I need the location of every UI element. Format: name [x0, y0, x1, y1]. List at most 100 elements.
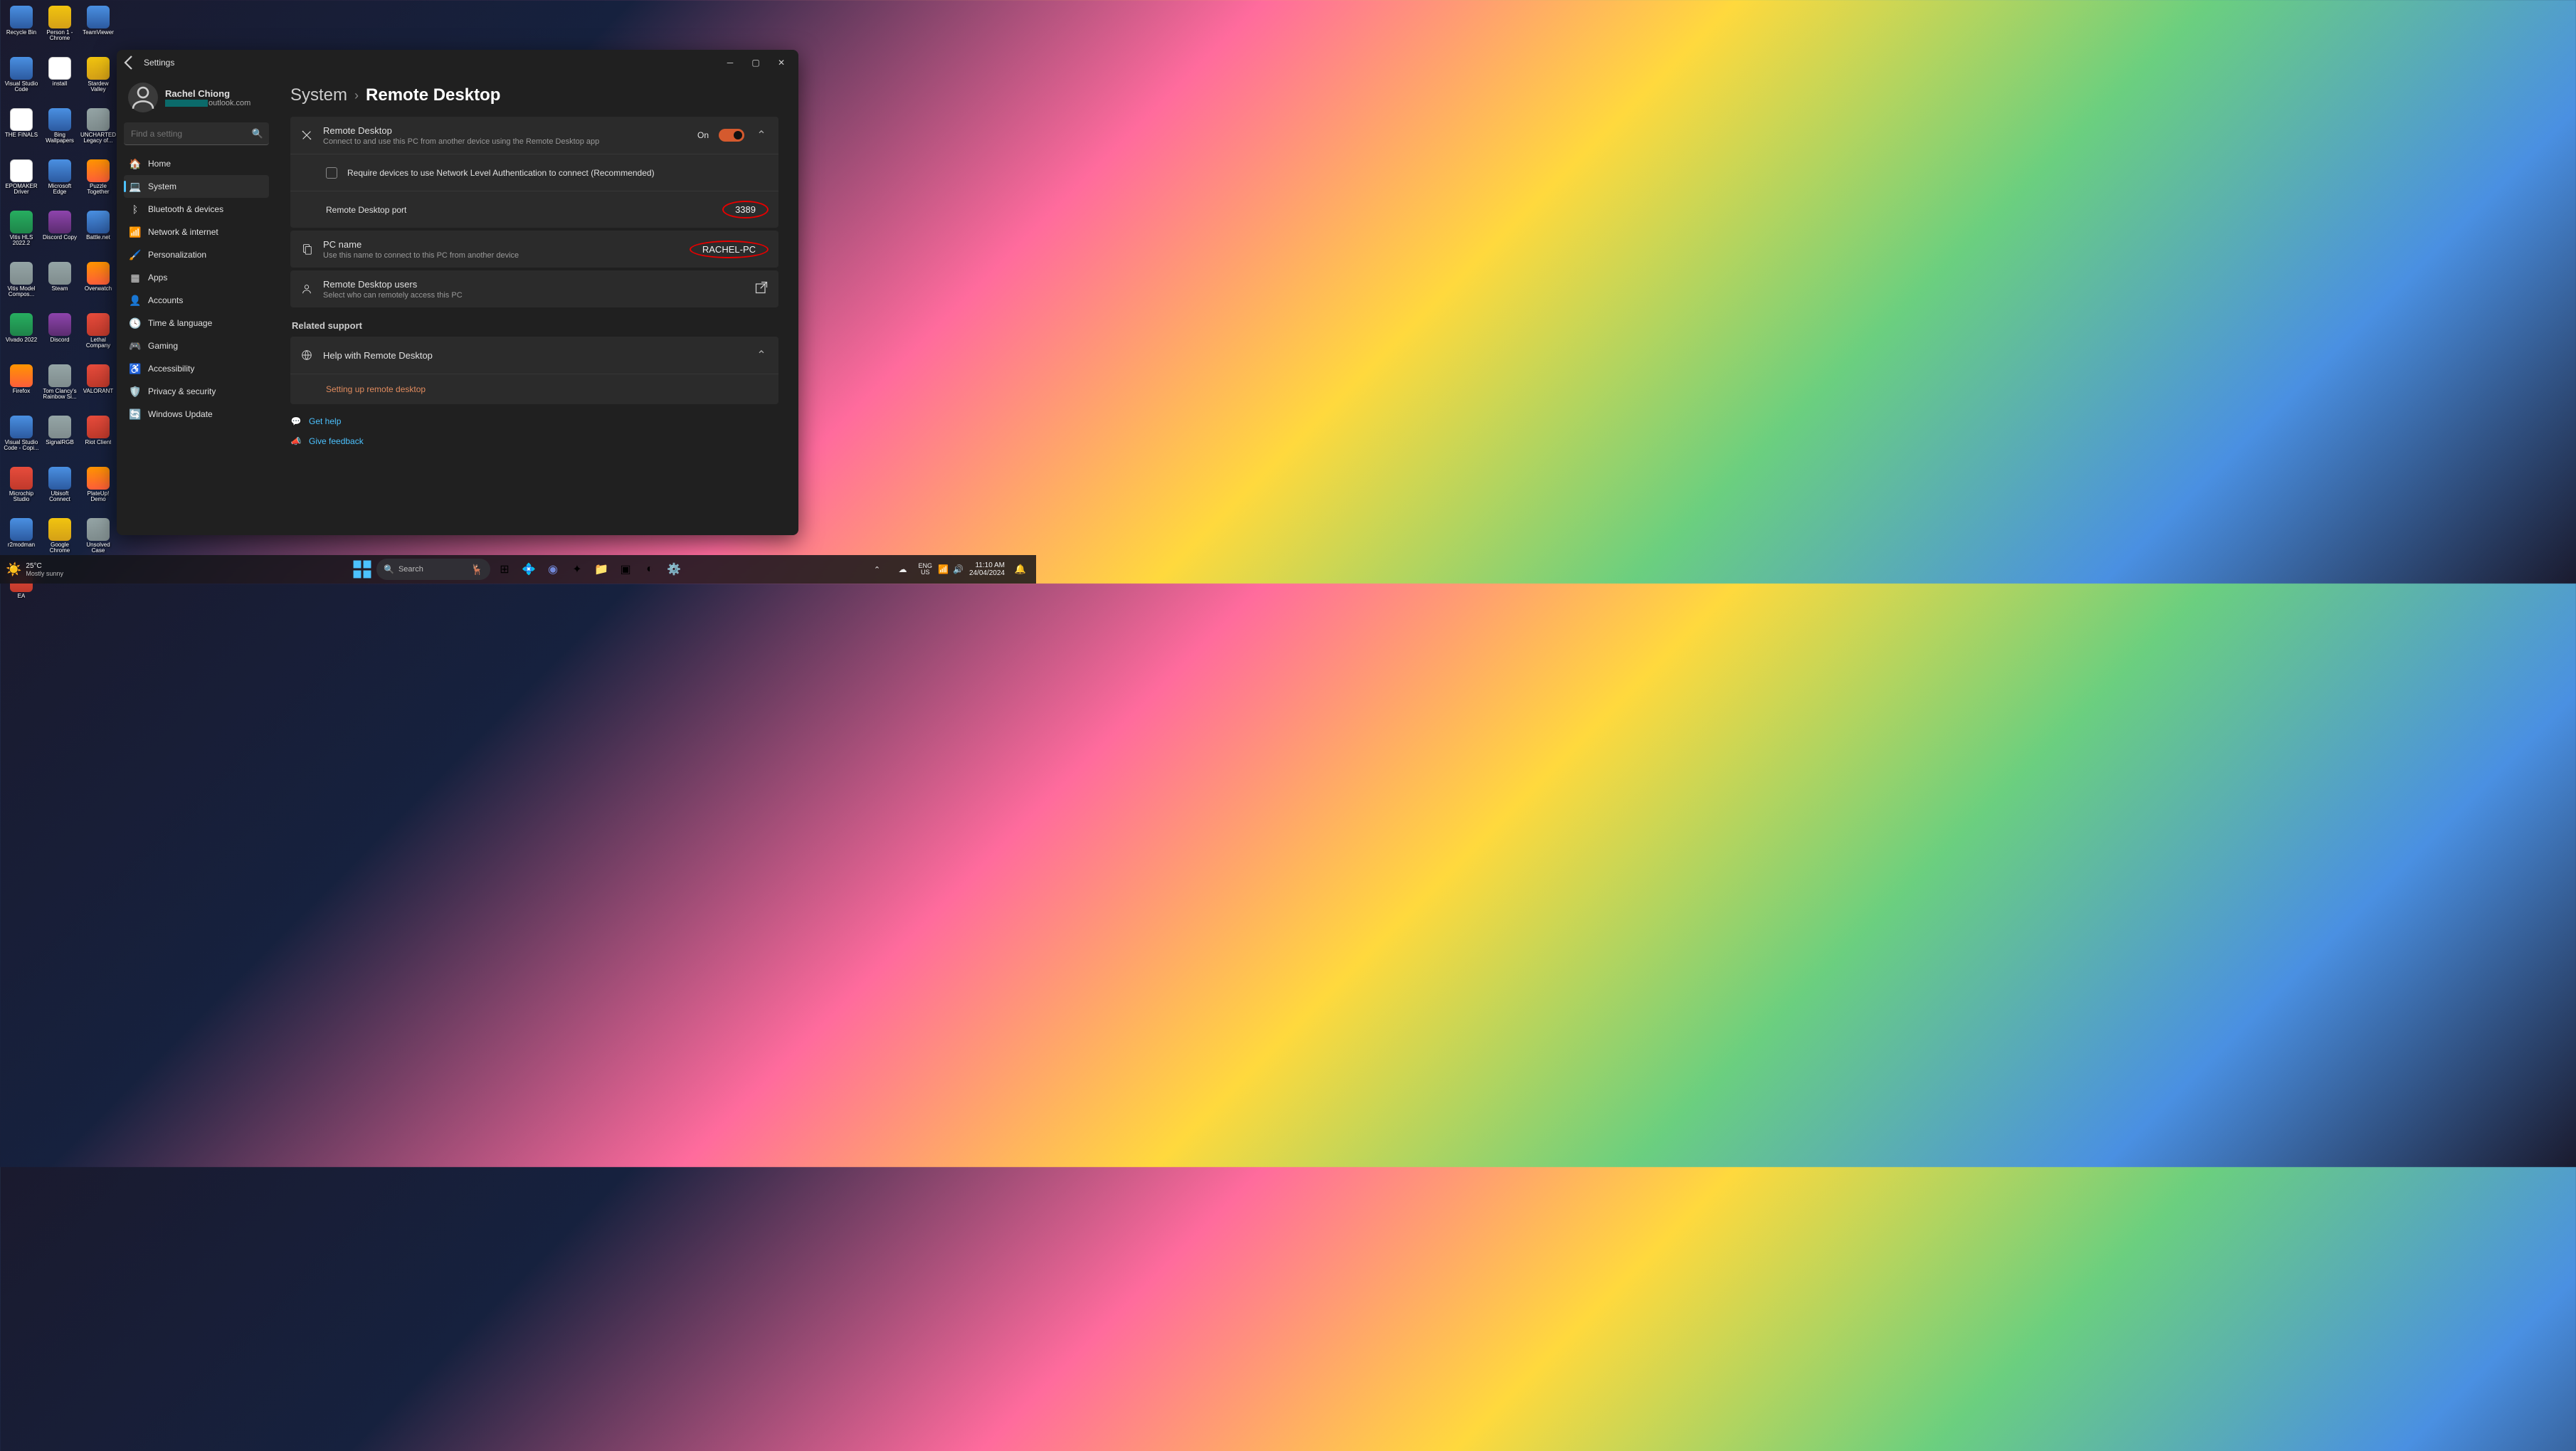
- desktop-icon[interactable]: VALORANT: [80, 364, 117, 414]
- wifi-icon[interactable]: 📶: [938, 564, 949, 574]
- taskbar-app-terminal[interactable]: ▣: [616, 559, 635, 579]
- minimize-button[interactable]: ─: [717, 53, 743, 73]
- desktop-icon[interactable]: Visual Studio Code - Copi...: [3, 416, 40, 465]
- search-box[interactable]: 🔍: [124, 122, 269, 145]
- desktop-icon[interactable]: UNCHARTED Legacy of...: [80, 108, 117, 158]
- desktop-icon[interactable]: PlateUp! Demo: [80, 467, 117, 517]
- desktop-icon[interactable]: THE FINALS: [3, 108, 40, 158]
- taskbar-app-explorer[interactable]: 📁: [591, 559, 611, 579]
- nla-checkbox[interactable]: [326, 167, 337, 179]
- sidebar-item-privacy-security[interactable]: 🛡️Privacy & security: [124, 380, 269, 403]
- app-icon: [87, 211, 110, 233]
- clock[interactable]: 11:10 AM 24/04/2024: [969, 561, 1005, 577]
- language-indicator[interactable]: ENG US: [919, 563, 933, 576]
- taskbar-app-pinned1[interactable]: ✦: [567, 559, 587, 579]
- get-help-row[interactable]: 💬 Get help: [290, 411, 778, 431]
- port-label: Remote Desktop port: [326, 205, 712, 215]
- desktop-icon[interactable]: Riot Client: [80, 416, 117, 465]
- icon-label: install: [53, 81, 67, 87]
- notifications-icon[interactable]: 🔔: [1010, 559, 1030, 579]
- desktop-icon[interactable]: Bing Wallpapers: [41, 108, 78, 158]
- desktop-icon[interactable]: Recycle Bin: [3, 6, 40, 56]
- nav-label: Apps: [148, 273, 167, 283]
- sidebar-item-apps[interactable]: ▦Apps: [124, 266, 269, 289]
- tray-overflow[interactable]: ⌃: [867, 559, 887, 579]
- nav-icon: 🕓: [130, 317, 141, 329]
- sidebar-item-home[interactable]: 🏠Home: [124, 152, 269, 175]
- rd-toggle-row[interactable]: Remote Desktop Connect to and use this P…: [290, 117, 778, 154]
- sidebar-item-windows-update[interactable]: 🔄Windows Update: [124, 403, 269, 426]
- help-row[interactable]: Help with Remote Desktop ⌃: [290, 337, 778, 374]
- sidebar-item-gaming[interactable]: 🎮Gaming: [124, 334, 269, 357]
- feedback-row[interactable]: 📣 Give feedback: [290, 431, 778, 451]
- sidebar-item-system[interactable]: 💻System: [124, 175, 269, 198]
- desktop-icon[interactable]: Vitis Model Compos...: [3, 262, 40, 312]
- desktop-icon[interactable]: TeamViewer: [80, 6, 117, 56]
- rd-users-card[interactable]: Remote Desktop users Select who can remo…: [290, 270, 778, 307]
- sidebar-item-accounts[interactable]: 👤Accounts: [124, 289, 269, 312]
- desktop-icon[interactable]: install: [41, 57, 78, 107]
- close-button[interactable]: ✕: [769, 53, 794, 73]
- weather-widget[interactable]: ☀️ 25°C Mostly sunny: [6, 562, 63, 577]
- desktop-icon[interactable]: Stardew Valley: [80, 57, 117, 107]
- back-button[interactable]: [121, 54, 138, 71]
- external-link-icon[interactable]: [754, 280, 769, 298]
- onedrive-icon[interactable]: ☁: [893, 559, 913, 579]
- task-view-button[interactable]: ⊞: [495, 559, 514, 579]
- settings-window: Settings ─ ▢ ✕ Rachel Chiong outlook.com…: [117, 50, 798, 535]
- desktop-icon[interactable]: Battle.net: [80, 211, 117, 260]
- icon-label: Lethal Company: [80, 337, 117, 349]
- desktop-icon[interactable]: SignalRGB: [41, 416, 78, 465]
- desktop-icon[interactable]: Tom Clancy's Rainbow Si...: [41, 364, 78, 414]
- desktop-icon[interactable]: Firefox: [3, 364, 40, 414]
- desktop-icon[interactable]: Discord Copy: [41, 211, 78, 260]
- pc-name-card: PC name Use this name to connect to this…: [290, 231, 778, 268]
- sidebar-item-time-language[interactable]: 🕓Time & language: [124, 312, 269, 334]
- desktop-icon[interactable]: Microsoft Edge: [41, 159, 78, 209]
- desktop-icon[interactable]: Lethal Company: [80, 313, 117, 363]
- sidebar-item-accessibility[interactable]: ♿Accessibility: [124, 357, 269, 380]
- desktop-icon[interactable]: Puzzle Together: [80, 159, 117, 209]
- sidebar-item-network-internet[interactable]: 📶Network & internet: [124, 221, 269, 243]
- app-icon: [87, 108, 110, 131]
- desktop-icon[interactable]: Visual Studio Code: [3, 57, 40, 107]
- get-help-link[interactable]: Get help: [309, 416, 341, 426]
- desktop-icon[interactable]: Ubisoft Connect: [41, 467, 78, 517]
- desktop-icon[interactable]: Discord: [41, 313, 78, 363]
- taskbar-app-teams[interactable]: 💠: [519, 559, 539, 579]
- remote-desktop-card: Remote Desktop Connect to and use this P…: [290, 117, 778, 228]
- search-input[interactable]: [124, 122, 269, 145]
- desktop-icon[interactable]: Steam: [41, 262, 78, 312]
- nav-label: Home: [148, 159, 171, 169]
- icon-label: Recycle Bin: [6, 30, 36, 36]
- app-icon: [87, 6, 110, 28]
- nla-label: Require devices to use Network Level Aut…: [347, 168, 655, 178]
- desktop-icon[interactable]: EPOMAKER Driver: [3, 159, 40, 209]
- rd-toggle[interactable]: [719, 129, 744, 142]
- sidebar-item-bluetooth-devices[interactable]: ᛒBluetooth & devices: [124, 198, 269, 221]
- chevron-up-icon[interactable]: ⌃: [754, 128, 769, 142]
- start-button[interactable]: [352, 559, 372, 579]
- taskbar-search[interactable]: 🔍 Search 🦌: [376, 559, 490, 580]
- setup-remote-desktop-link[interactable]: Setting up remote desktop: [326, 384, 426, 394]
- volume-icon[interactable]: 🔊: [953, 564, 964, 574]
- desktop-icon[interactable]: Vitis HLS 2022.2: [3, 211, 40, 260]
- icon-label: Ubisoft Connect: [41, 491, 78, 502]
- taskbar-app-steam[interactable]: ◐: [640, 559, 660, 579]
- desktop-icon[interactable]: Person 1 - Chrome: [41, 6, 78, 56]
- taskbar-app-discord[interactable]: ◉: [543, 559, 563, 579]
- feedback-link[interactable]: Give feedback: [309, 436, 364, 446]
- breadcrumb-root[interactable]: System: [290, 85, 347, 105]
- sidebar-item-personalization[interactable]: 🖌️Personalization: [124, 243, 269, 266]
- help-link-row: Setting up remote desktop: [290, 374, 778, 404]
- app-icon: [48, 6, 71, 28]
- chevron-up-icon[interactable]: ⌃: [754, 348, 769, 362]
- user-profile[interactable]: Rachel Chiong outlook.com: [124, 78, 269, 122]
- desktop-icon[interactable]: Vivado 2022: [3, 313, 40, 363]
- desktop-icon[interactable]: Overwatch: [80, 262, 117, 312]
- maximize-button[interactable]: ▢: [743, 53, 769, 73]
- icon-label: PlateUp! Demo: [80, 491, 117, 502]
- nla-row[interactable]: Require devices to use Network Level Aut…: [290, 154, 778, 191]
- desktop-icon[interactable]: Microchip Studio: [3, 467, 40, 517]
- taskbar-app-settings[interactable]: ⚙️: [664, 559, 684, 579]
